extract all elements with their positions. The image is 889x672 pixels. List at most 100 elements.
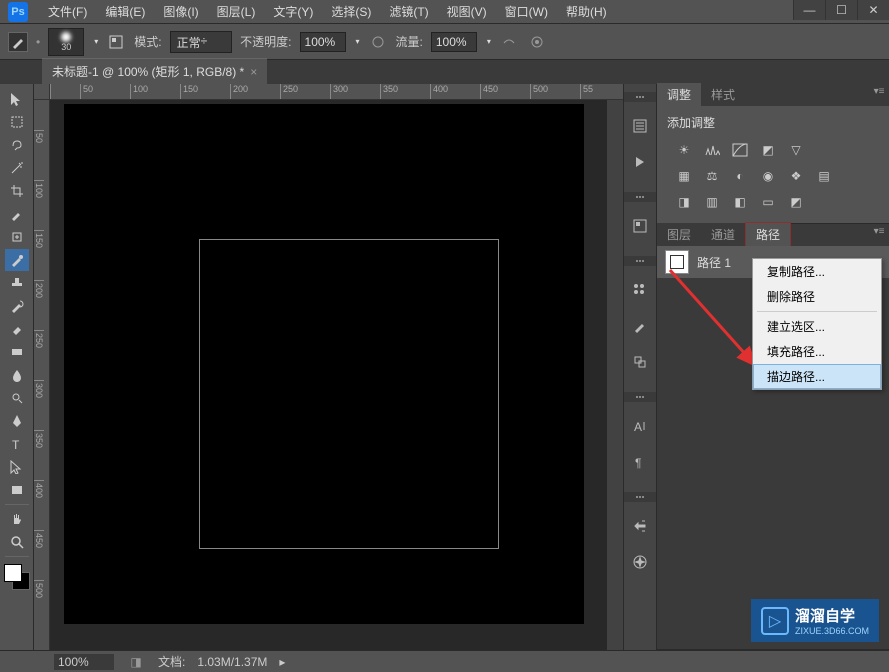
foreground-color[interactable] <box>4 564 22 582</box>
dock-drag-handle[interactable] <box>624 492 656 502</box>
character-panel-icon[interactable]: A <box>628 414 652 438</box>
ctx-stroke-path[interactable]: 描边路径... <box>753 364 881 389</box>
actions-panel-icon[interactable] <box>628 150 652 174</box>
eyedropper-tool[interactable] <box>5 203 29 225</box>
ctx-duplicate-path[interactable]: 复制路径... <box>753 259 881 284</box>
black-white-icon[interactable]: ◐ <box>731 167 749 185</box>
ctx-delete-path[interactable]: 删除路径 <box>753 284 881 309</box>
panel-menu-icon[interactable]: ▾≡ <box>871 86 887 97</box>
status-chevron-icon[interactable]: ▸ <box>279 655 285 669</box>
vibrance-icon[interactable]: ▽ <box>787 141 805 159</box>
tab-paths[interactable]: 路径 <box>745 222 791 246</box>
menu-image[interactable]: 图像(I) <box>155 0 206 23</box>
hue-saturation-icon[interactable]: ▦ <box>675 167 693 185</box>
dock-drag-handle[interactable] <box>624 92 656 102</box>
clone-source-panel-icon[interactable] <box>628 350 652 374</box>
chevron-down-icon[interactable]: ▾ <box>94 37 98 46</box>
navigator-panel-icon[interactable] <box>628 550 652 574</box>
menu-filter[interactable]: 滤镜(T) <box>381 0 436 23</box>
channel-mixer-icon[interactable]: ❖ <box>787 167 805 185</box>
airbrush-icon[interactable] <box>499 32 519 52</box>
menu-layer[interactable]: 图层(L) <box>209 0 264 23</box>
tab-adjustments[interactable]: 调整 <box>657 83 701 106</box>
stamp-tool[interactable] <box>5 272 29 294</box>
ctx-make-selection[interactable]: 建立选区... <box>753 314 881 339</box>
zoom-level-input[interactable]: 100% <box>54 654 114 670</box>
dock-drag-handle[interactable] <box>624 392 656 402</box>
properties-panel-icon[interactable] <box>628 214 652 238</box>
type-tool[interactable]: T <box>5 433 29 455</box>
pressure-size-icon[interactable] <box>527 32 547 52</box>
healing-brush-tool[interactable] <box>5 226 29 248</box>
menu-view[interactable]: 视图(V) <box>439 0 495 23</box>
tool-presets-panel-icon[interactable] <box>628 514 652 538</box>
horizontal-ruler[interactable]: 50 100 150 200 250 300 350 400 450 500 5… <box>50 84 623 100</box>
marquee-tool[interactable] <box>5 111 29 133</box>
selective-color-icon[interactable]: ◩ <box>787 193 805 211</box>
paragraph-panel-icon[interactable]: ¶ <box>628 450 652 474</box>
close-button[interactable]: ✕ <box>857 0 889 20</box>
move-tool[interactable] <box>5 88 29 110</box>
color-balance-icon[interactable]: ⚖ <box>703 167 721 185</box>
chevron-down-icon[interactable]: ▾ <box>356 37 360 46</box>
close-document-icon[interactable]: × <box>250 65 257 79</box>
canvas-area[interactable]: 50 100 150 200 250 300 350 400 450 500 5… <box>34 84 623 650</box>
exposure-icon[interactable]: ◩ <box>759 141 777 159</box>
hand-tool[interactable] <box>5 508 29 530</box>
menu-help[interactable]: 帮助(H) <box>558 0 615 23</box>
invert-icon[interactable]: ◨ <box>675 193 693 211</box>
ruler-origin[interactable] <box>34 84 50 100</box>
flow-input[interactable]: 100% <box>431 32 477 52</box>
brush-panel-icon[interactable] <box>628 314 652 338</box>
tab-styles[interactable]: 样式 <box>701 83 745 106</box>
vertical-scrollbar[interactable] <box>607 100 623 650</box>
brush-panel-toggle-icon[interactable] <box>106 32 126 52</box>
dodge-tool[interactable] <box>5 387 29 409</box>
history-brush-tool[interactable] <box>5 295 29 317</box>
threshold-icon[interactable]: ◧ <box>731 193 749 211</box>
brush-presets-panel-icon[interactable] <box>628 278 652 302</box>
path-thumbnail[interactable] <box>665 250 689 274</box>
zoom-tool[interactable] <box>5 531 29 553</box>
menu-window[interactable]: 窗口(W) <box>497 0 556 23</box>
photo-filter-icon[interactable]: ◉ <box>759 167 777 185</box>
menu-type[interactable]: 文字(Y) <box>265 0 321 23</box>
minimize-button[interactable]: — <box>793 0 825 20</box>
opacity-input[interactable]: 100% <box>300 32 346 52</box>
pressure-opacity-icon[interactable] <box>368 32 388 52</box>
pen-tool[interactable] <box>5 410 29 432</box>
rectangle-tool[interactable] <box>5 479 29 501</box>
tool-preset-picker[interactable] <box>8 32 28 52</box>
tab-channels[interactable]: 通道 <box>701 223 745 246</box>
posterize-icon[interactable]: ▥ <box>703 193 721 211</box>
canvas[interactable] <box>64 104 584 624</box>
gradient-map-icon[interactable]: ▭ <box>759 193 777 211</box>
document-tab[interactable]: 未标题-1 @ 100% (矩形 1, RGB/8) * × <box>42 58 267 84</box>
menu-edit[interactable]: 编辑(E) <box>97 0 153 23</box>
rectangle-shape-path[interactable] <box>199 239 499 549</box>
panel-menu-icon[interactable]: ▾≡ <box>871 226 887 237</box>
crop-tool[interactable] <box>5 180 29 202</box>
vertical-ruler[interactable]: 50 100 150 200 250 300 350 400 450 500 <box>34 100 50 650</box>
gradient-tool[interactable] <box>5 341 29 363</box>
brush-preset-picker[interactable]: 30 <box>48 28 84 56</box>
blend-mode-select[interactable]: 正常 ÷ <box>170 31 233 53</box>
dock-drag-handle[interactable] <box>624 192 656 202</box>
levels-icon[interactable] <box>703 141 721 159</box>
brush-tool[interactable] <box>5 249 29 271</box>
dock-drag-handle[interactable] <box>624 256 656 266</box>
chevron-down-icon[interactable]: ▾ <box>487 37 491 46</box>
blur-tool[interactable] <box>5 364 29 386</box>
history-panel-icon[interactable] <box>628 114 652 138</box>
maximize-button[interactable]: ☐ <box>825 0 857 20</box>
color-swatches[interactable] <box>4 564 30 590</box>
magic-wand-tool[interactable] <box>5 157 29 179</box>
status-preview-icon[interactable]: ◨ <box>126 652 146 672</box>
tab-layers[interactable]: 图层 <box>657 223 701 246</box>
brightness-contrast-icon[interactable]: ☀ <box>675 141 693 159</box>
eraser-tool[interactable] <box>5 318 29 340</box>
lasso-tool[interactable] <box>5 134 29 156</box>
color-lookup-icon[interactable]: ▤ <box>815 167 833 185</box>
menu-select[interactable]: 选择(S) <box>323 0 379 23</box>
menu-file[interactable]: 文件(F) <box>40 0 95 23</box>
